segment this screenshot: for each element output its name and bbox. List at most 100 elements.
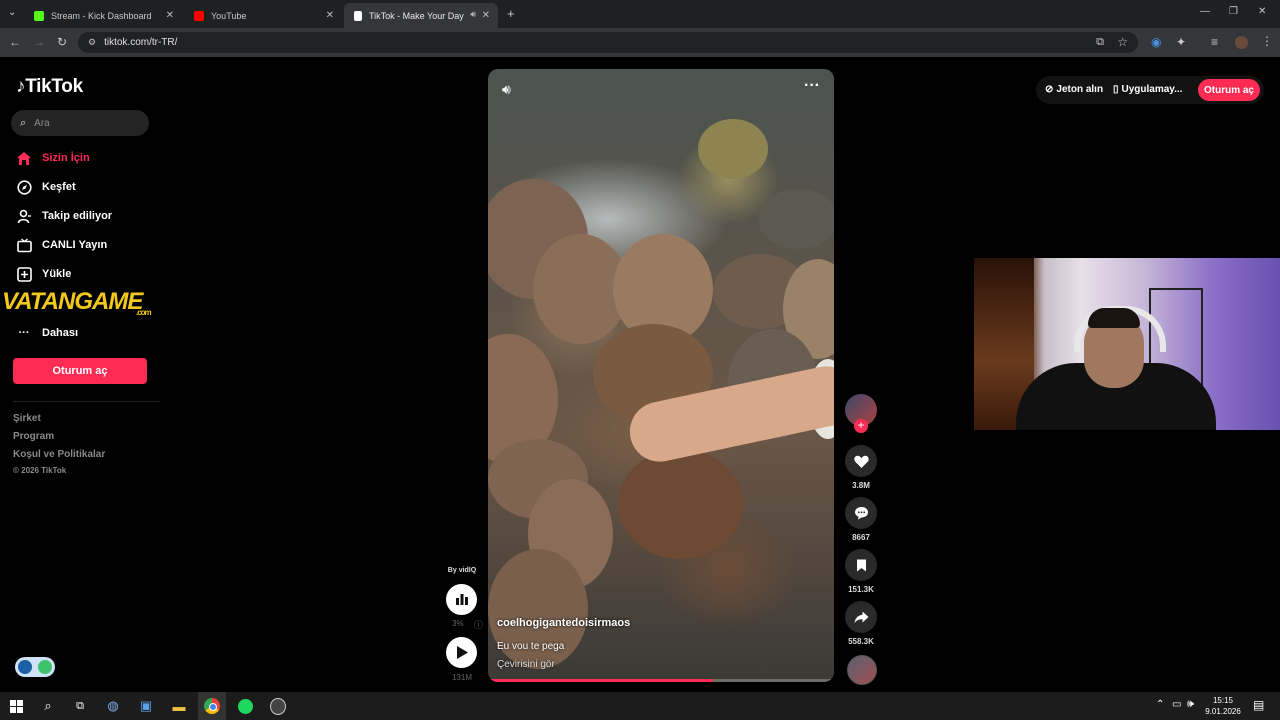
- nav-following[interactable]: Takip ediliyor: [16, 208, 112, 224]
- windows-start-icon[interactable]: [8, 698, 24, 714]
- search-input[interactable]: ⌕ Ara: [11, 110, 149, 136]
- nav-more[interactable]: ··· Dahası: [16, 325, 79, 341]
- steam-icon[interactable]: ◍: [105, 698, 121, 714]
- vidiq-percent: 3%: [452, 619, 464, 628]
- extension-icon[interactable]: ◉: [1151, 35, 1161, 49]
- footer-link-company[interactable]: Şirket: [13, 413, 41, 424]
- watermark-suffix: .com: [136, 308, 152, 317]
- play-button[interactable]: [446, 637, 477, 668]
- notification-icon[interactable]: ▤: [1253, 698, 1264, 712]
- media-control-icon[interactable]: ≡: [1211, 35, 1218, 49]
- file-explorer-icon[interactable]: ▬: [171, 698, 187, 714]
- speaker-icon[interactable]: 🔊︎: [470, 9, 476, 20]
- install-app-icon[interactable]: ⧉: [1096, 36, 1104, 49]
- search-icon: ⌕: [20, 116, 27, 129]
- nav-for-you[interactable]: Sizin İçin: [16, 150, 90, 166]
- get-coins-button[interactable]: ⊘ Jeton alın: [1045, 84, 1103, 95]
- share-count: 558.3K: [848, 637, 874, 646]
- info-icon[interactable]: ⓘ: [474, 618, 483, 631]
- sidebar-divider: [13, 401, 160, 402]
- video-player[interactable]: 🔊︎ ··· coelhogigantedoisirmaos Eu vou te…: [488, 69, 834, 682]
- close-icon[interactable]: ✕: [326, 10, 334, 21]
- close-icon[interactable]: ✕: [482, 10, 490, 21]
- nav-label: Takip ediliyor: [42, 210, 113, 222]
- kick-icon: [34, 10, 44, 21]
- copyright: © 2026 TikTok: [13, 466, 67, 475]
- watermark-text: VATANGAME: [2, 288, 143, 315]
- nav-label: Dahası: [42, 327, 79, 339]
- bookmark-icon: [856, 559, 866, 571]
- chrome-center-icon: [209, 703, 217, 711]
- follow-plus-icon[interactable]: +: [854, 419, 868, 433]
- more-options-icon[interactable]: ···: [804, 77, 820, 95]
- youtube-icon: [194, 10, 204, 21]
- spotify-icon[interactable]: [237, 698, 253, 714]
- like-count: 3.8M: [852, 481, 870, 490]
- vatangame-watermark: VATANGAME .com: [2, 288, 152, 317]
- tab-youtube[interactable]: YouTube ✕: [184, 3, 342, 28]
- system-clock[interactable]: 15:15 9.01.2026: [1200, 695, 1246, 717]
- vidiq-stats-button[interactable]: [446, 584, 477, 615]
- tab-title: YouTube: [211, 10, 247, 21]
- minimize-button[interactable]: —: [1200, 6, 1210, 17]
- nav-label: CANLI Yayın: [42, 239, 108, 251]
- tab-kick[interactable]: Stream - Kick Dashboard ✕: [24, 3, 182, 28]
- tray-chevron-icon[interactable]: ⌃: [1156, 699, 1164, 710]
- network-icon[interactable]: ▭: [1172, 699, 1181, 710]
- translate-link[interactable]: Çevirisini gör: [497, 659, 555, 670]
- home-icon: [16, 150, 32, 166]
- window-close-button[interactable]: ✕: [1258, 6, 1266, 17]
- reload-icon[interactable]: ↻: [57, 35, 67, 49]
- coin-icon: ⊘: [1045, 84, 1054, 95]
- obs-icon[interactable]: [270, 697, 286, 715]
- tab-title: Stream - Kick Dashboard: [51, 10, 152, 21]
- sidebar-login-button[interactable]: Oturum aç: [13, 358, 147, 384]
- webcam-overlay: [974, 258, 1280, 430]
- nav-live[interactable]: CANLI Yayın: [16, 237, 107, 253]
- vidiq-views: 131M: [451, 673, 472, 682]
- like-button[interactable]: [845, 445, 877, 477]
- video-username[interactable]: coelhogigantedoisirmaos: [497, 617, 630, 629]
- more-icon: ···: [18, 327, 30, 339]
- footer-link-program[interactable]: Program: [13, 431, 54, 442]
- tab-tiktok[interactable]: TikTok - Make Your Day 🔊︎ ✕: [344, 3, 498, 28]
- taskbar-search-icon[interactable]: ⌕: [40, 698, 56, 714]
- person-hair-shape: [1088, 308, 1140, 328]
- vidiq-toggle[interactable]: [15, 657, 55, 677]
- close-icon[interactable]: ✕: [166, 10, 174, 21]
- save-button[interactable]: [845, 549, 877, 581]
- get-app-button[interactable]: ▯ Uygulamay...: [1113, 84, 1182, 95]
- browser-tabstrip: ⌄ Stream - Kick Dashboard ✕ YouTube ✕ Ti…: [0, 0, 1280, 28]
- tiktok-logo[interactable]: ♪TikTok: [16, 76, 83, 98]
- site-info-icon[interactable]: ⚙: [88, 37, 96, 48]
- forward-icon[interactable]: →: [33, 35, 45, 49]
- task-view-icon[interactable]: ⧉: [72, 698, 88, 714]
- volume-icon[interactable]: 🔊︎: [502, 81, 511, 98]
- new-tab-button[interactable]: +: [507, 6, 515, 21]
- tab-search-icon[interactable]: ⌄: [8, 7, 16, 18]
- video-caption: Eu vou te pega: [497, 641, 565, 652]
- share-button[interactable]: [845, 601, 877, 633]
- volume-tray-icon[interactable]: 🕪︎: [1187, 698, 1194, 711]
- nav-upload[interactable]: Yükle: [16, 266, 71, 282]
- chrome-taskbar-item[interactable]: [198, 692, 226, 720]
- music-disc-icon[interactable]: [847, 655, 877, 685]
- back-icon[interactable]: ←: [9, 35, 21, 49]
- live-tv-icon: [16, 237, 32, 253]
- extensions-puzzle-icon[interactable]: ✦: [1176, 35, 1186, 49]
- power-icon: [38, 660, 52, 674]
- nav-explore[interactable]: Keşfet: [16, 179, 76, 195]
- footer-link-terms[interactable]: Koşul ve Politikalar: [13, 449, 105, 460]
- restore-button[interactable]: ❐: [1229, 6, 1238, 17]
- address-bar[interactable]: ⚙ tiktok.com/tr-TR/ ⧉ ☆: [78, 32, 1138, 53]
- vidiq-logo-icon: [18, 660, 32, 674]
- top-login-button[interactable]: Oturum aç: [1198, 79, 1260, 101]
- menu-kebab-icon[interactable]: ⋮: [1261, 34, 1273, 48]
- browser-toolbar: ← → ↻ ⚙ tiktok.com/tr-TR/ ⧉ ☆ ◉ ✦ ≡ ⋮: [0, 28, 1280, 57]
- bookmark-star-icon[interactable]: ☆: [1117, 35, 1128, 49]
- store-icon[interactable]: ▣: [138, 698, 154, 714]
- comment-button[interactable]: [845, 497, 877, 529]
- user-icon: [16, 208, 32, 224]
- search-placeholder: Ara: [34, 117, 50, 129]
- profile-avatar[interactable]: [1235, 36, 1248, 49]
